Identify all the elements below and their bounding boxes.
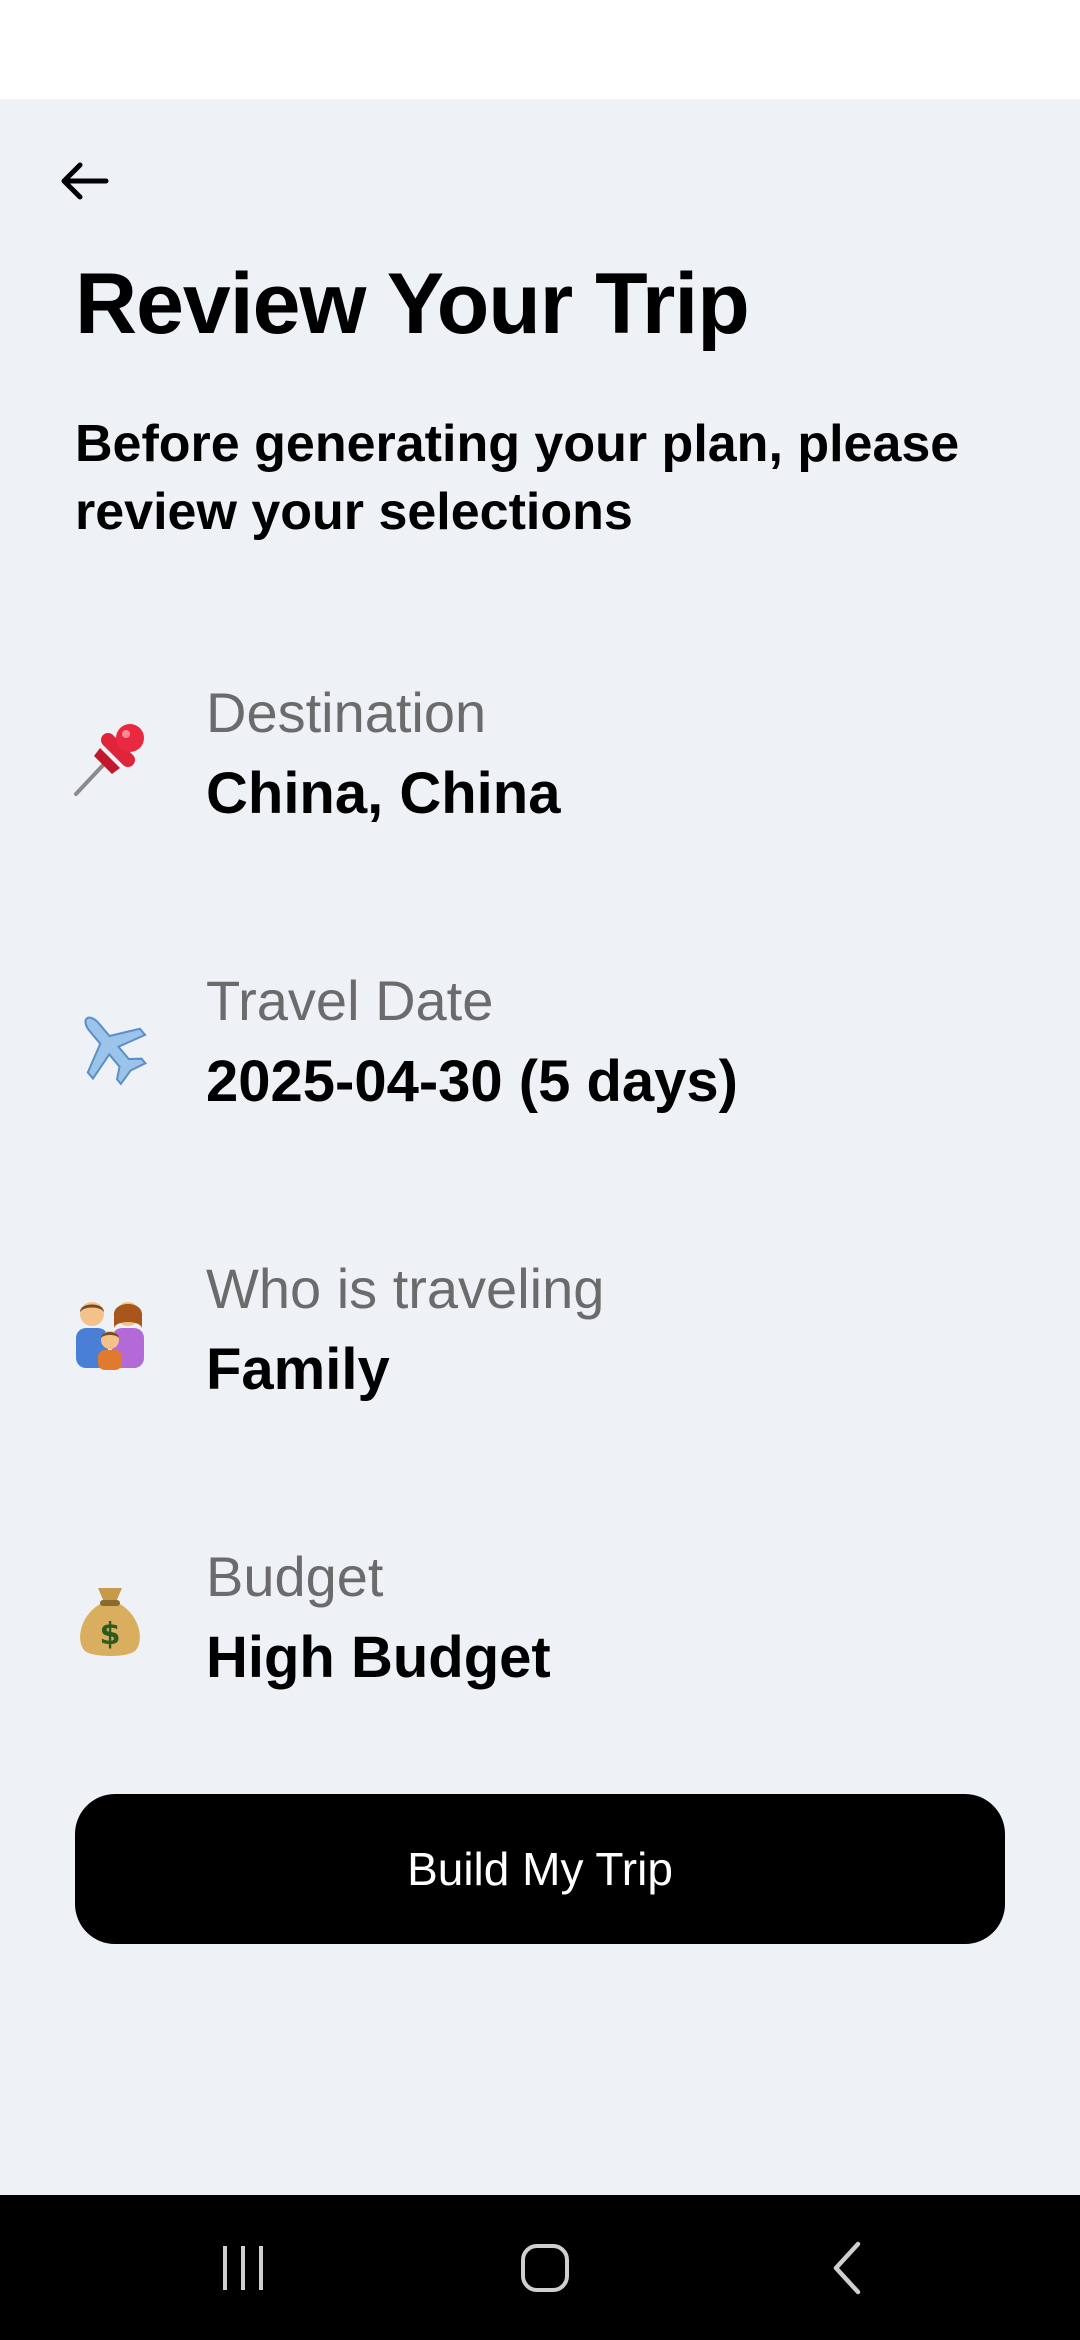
- chevron-left-icon: [833, 2241, 861, 2294]
- build-my-trip-button[interactable]: Build My Trip: [75, 1794, 1005, 1944]
- summary-item-destination: Destination China, China: [0, 660, 1080, 860]
- destination-value: China, China: [206, 761, 561, 826]
- summary-item-budget: $ Budget High Budget: [0, 1524, 1080, 1724]
- build-my-trip-label: Build My Trip: [407, 1843, 673, 1895]
- money-bag-icon: $: [70, 1582, 150, 1662]
- system-back-button[interactable]: [780, 2195, 920, 2340]
- budget-value: High Budget: [206, 1625, 551, 1690]
- arrow-left-icon: [61, 162, 109, 200]
- airplane-icon: [70, 1006, 150, 1086]
- budget-label: Budget: [206, 1545, 384, 1608]
- family-icon: [70, 1294, 150, 1374]
- travelers-label: Who is traveling: [206, 1257, 605, 1320]
- summary-item-travelers: Who is traveling Family: [0, 1236, 1080, 1436]
- travelers-value: Family: [206, 1337, 390, 1402]
- home-icon: [521, 2243, 569, 2292]
- back-button[interactable]: [48, 145, 120, 217]
- system-navigation-bar: [0, 2195, 1080, 2340]
- travel-date-label: Travel Date: [206, 969, 494, 1032]
- recent-apps-icon: [223, 2245, 263, 2290]
- status-bar: [0, 0, 1080, 99]
- destination-label: Destination: [206, 681, 487, 744]
- home-button[interactable]: [475, 2195, 615, 2340]
- page-title: Review Your Trip: [75, 256, 750, 352]
- page-subtitle: Before generating your plan, please revi…: [75, 415, 960, 541]
- summary-item-travel-date: Travel Date 2025-04-30 (5 days): [0, 948, 1080, 1148]
- svg-text:$: $: [100, 1617, 121, 1652]
- pushpin-icon: [70, 718, 150, 798]
- recent-apps-button[interactable]: [173, 2195, 313, 2340]
- screen: Review Your Trip Before generating your …: [0, 0, 1080, 2340]
- travel-date-value: 2025-04-30 (5 days): [206, 1049, 738, 1114]
